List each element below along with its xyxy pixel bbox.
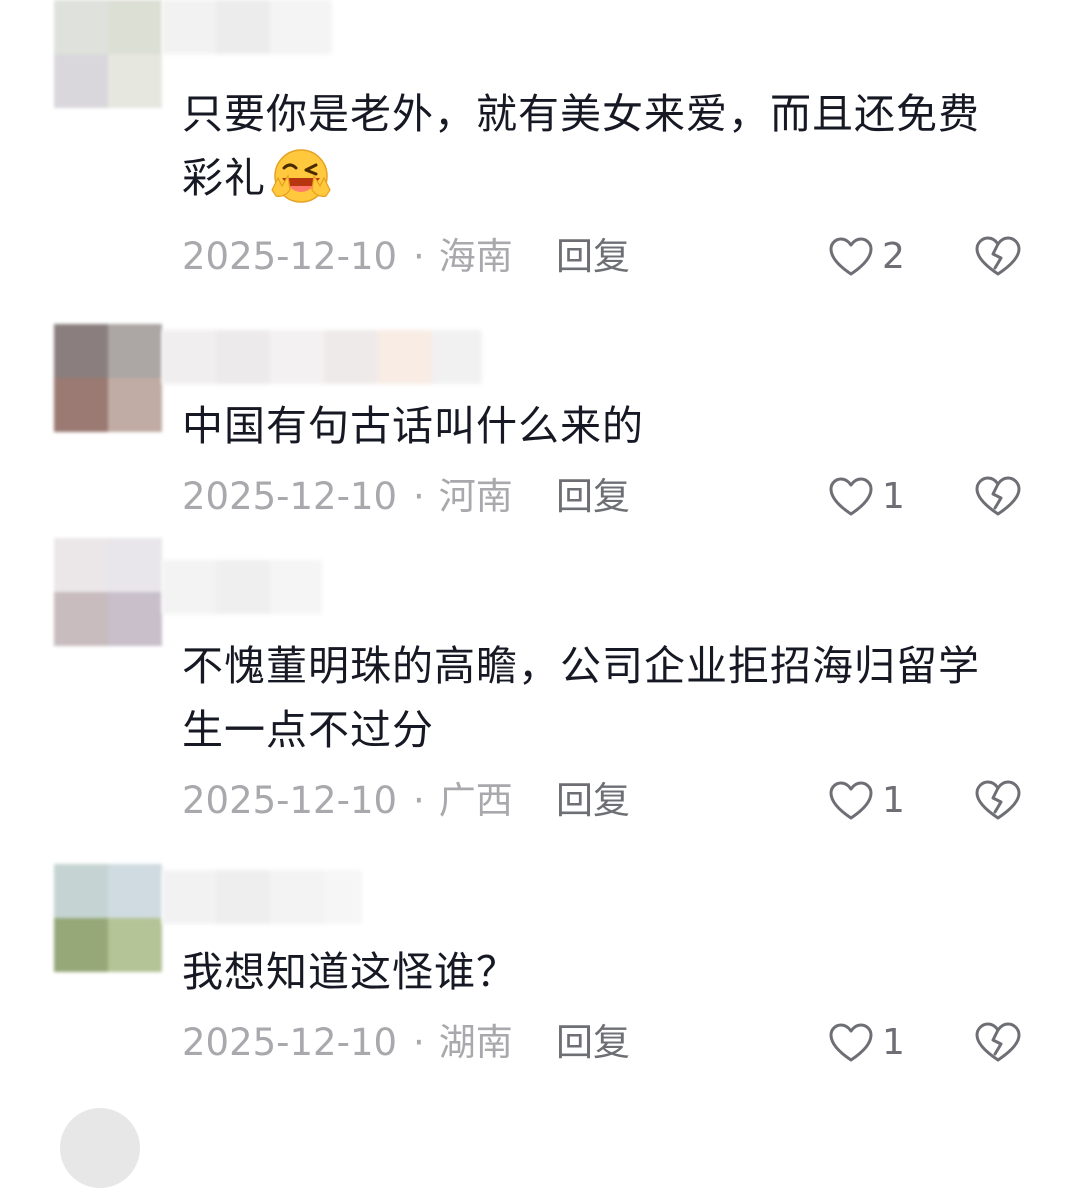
- username-blurred[interactable]: [162, 870, 362, 924]
- dislike-button[interactable]: [974, 472, 1022, 522]
- avatar[interactable]: [54, 538, 162, 646]
- like-count: 1: [882, 1022, 905, 1063]
- comment-location: 海南: [438, 235, 513, 278]
- like-button[interactable]: 1: [828, 472, 905, 522]
- comment-meta: 2025-12-10 · 河南: [182, 472, 513, 522]
- broken-heart-icon: [975, 476, 1021, 516]
- laughing-wink-emoji-icon: [271, 149, 331, 203]
- comment-meta: 2025-12-10 · 海南: [182, 232, 513, 282]
- comment-meta: 2025-12-10 · 湖南: [182, 1018, 513, 1068]
- broken-heart-icon: [975, 236, 1021, 276]
- comment-date: 2025-12-10: [182, 779, 398, 822]
- reply-button[interactable]: 回复: [556, 472, 630, 522]
- meta-separator: ·: [413, 475, 425, 518]
- comment-location: 湖南: [438, 1021, 513, 1064]
- meta-separator: ·: [413, 1021, 425, 1064]
- comment-text-content: 中国有句古话叫什么来的: [182, 402, 644, 450]
- broken-heart-icon: [975, 780, 1021, 820]
- avatar[interactable]: [54, 0, 162, 108]
- comment-meta: 2025-12-10 · 广西: [182, 776, 513, 826]
- dislike-button[interactable]: [974, 232, 1022, 282]
- reply-button[interactable]: 回复: [556, 232, 630, 282]
- dislike-button[interactable]: [974, 1018, 1022, 1068]
- avatar[interactable]: [54, 324, 162, 432]
- comment-text: 不愧董明珠的高瞻，公司企业拒招海归留学生一点不过分: [182, 634, 1002, 762]
- username-blurred[interactable]: [162, 0, 332, 54]
- heart-outline-icon: [829, 1023, 873, 1062]
- meta-separator: ·: [413, 779, 425, 822]
- comment-location: 河南: [438, 475, 513, 518]
- reply-button[interactable]: 回复: [556, 776, 630, 826]
- like-count: 1: [882, 476, 905, 517]
- comment-text: 只要你是老外，就有美女来爱，而且还免费彩礼: [182, 82, 1002, 210]
- reply-button[interactable]: 回复: [556, 1018, 630, 1068]
- like-button[interactable]: 2: [828, 232, 905, 282]
- comment-text: 中国有句古话叫什么来的: [182, 394, 1002, 458]
- heart-outline-icon: [829, 237, 873, 276]
- comment-date: 2025-12-10: [182, 475, 398, 518]
- dislike-button[interactable]: [974, 776, 1022, 826]
- like-button[interactable]: 1: [828, 776, 905, 826]
- meta-separator: ·: [413, 235, 425, 278]
- comment-text: 我想知道这怪谁？: [182, 940, 1002, 1004]
- like-count: 2: [882, 236, 905, 277]
- like-count: 1: [882, 780, 905, 821]
- comment-location: 广西: [438, 779, 513, 822]
- avatar[interactable]: [54, 864, 162, 972]
- comment-date: 2025-12-10: [182, 1021, 398, 1064]
- avatar[interactable]: [60, 1108, 140, 1188]
- heart-outline-icon: [829, 781, 873, 820]
- comment-text-content: 不愧董明珠的高瞻，公司企业拒招海归留学生一点不过分: [182, 642, 980, 754]
- like-button[interactable]: 1: [828, 1018, 905, 1068]
- comment-date: 2025-12-10: [182, 235, 398, 278]
- username-blurred[interactable]: [162, 560, 322, 614]
- broken-heart-icon: [975, 1022, 1021, 1062]
- comment-text-content: 我想知道这怪谁？: [182, 948, 518, 996]
- username-blurred[interactable]: [162, 330, 482, 384]
- heart-outline-icon: [829, 477, 873, 516]
